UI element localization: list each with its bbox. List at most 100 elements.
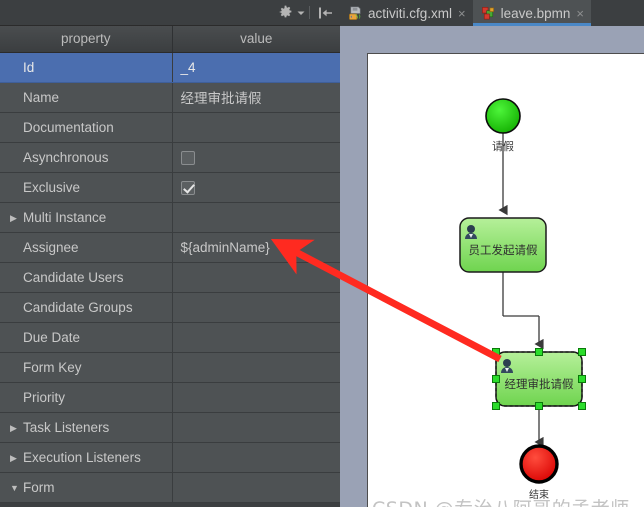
property-name-cell[interactable]: Due Date (0, 322, 173, 353)
table-row[interactable]: Candidate Groups (0, 292, 340, 323)
bpmn-file-icon (481, 6, 496, 21)
property-value-cell[interactable] (172, 322, 340, 353)
editor-area: activiti.cfg.xml × leave.bpmn × 请假 员工发起请… (340, 0, 644, 507)
property-name-cell[interactable]: Documentation (0, 112, 173, 143)
property-name-label: Candidate Users (23, 269, 124, 285)
bpmn-node-end-event[interactable] (519, 444, 559, 484)
property-value-cell[interactable] (172, 292, 340, 323)
property-name-cell[interactable]: Id (0, 52, 173, 83)
bpmn-canvas[interactable]: 请假 员工发起请假 经理审批请假 结束 (367, 53, 644, 507)
editor-tab-bar: activiti.cfg.xml × leave.bpmn × (340, 0, 644, 26)
property-value-cell[interactable] (172, 352, 340, 383)
twisty-collapsed-icon[interactable]: ▶ (10, 423, 23, 433)
table-row[interactable]: Asynchronous (0, 142, 340, 173)
bpmn-label-manager-task: 经理审批请假 (505, 377, 574, 391)
properties-panel: property value Id _4 Name 经理审批请假 Documentati… (0, 0, 340, 507)
bpmn-diagram: 请假 员工发起请假 经理审批请假 结束 (459, 98, 586, 501)
table-row[interactable]: Id _4 (0, 52, 340, 83)
property-value-text: ${adminName} (180, 239, 270, 255)
property-name-cell[interactable]: Priority (0, 382, 173, 413)
column-header-property[interactable]: property (0, 26, 173, 53)
close-icon[interactable]: × (458, 7, 466, 20)
property-name-cell[interactable]: Asynchronous (0, 142, 173, 173)
property-name-label: Asynchronous (23, 149, 109, 165)
property-value-cell[interactable] (172, 142, 340, 173)
properties-table-body: Id _4 Name 经理审批请假 Documentation Asynchronous E… (0, 52, 340, 503)
property-value-cell[interactable] (172, 412, 340, 443)
table-row[interactable]: Documentation (0, 112, 340, 143)
table-header-row: property value (0, 26, 340, 53)
property-name-cell[interactable]: Assignee (0, 232, 173, 263)
application-window: property value Id _4 Name 经理审批请假 Documentati… (0, 0, 644, 507)
property-value-cell[interactable] (172, 382, 340, 413)
table-row[interactable]: Name 经理审批请假 (0, 82, 340, 113)
property-name-label: Task Listeners (23, 419, 110, 435)
bpmn-node-start-event[interactable] (485, 98, 521, 134)
property-name-label: Form Key (23, 359, 82, 375)
property-value-cell[interactable]: ${adminName} (172, 232, 340, 263)
editor-tab[interactable]: leave.bpmn × (472, 0, 592, 26)
property-name-label: Id (23, 59, 35, 75)
property-value-cell[interactable] (172, 262, 340, 293)
property-name-cell[interactable]: Name (0, 82, 173, 113)
properties-toolbar (0, 0, 340, 26)
property-name-cell[interactable]: Form Key (0, 352, 173, 383)
diagram-scroll-area[interactable]: 请假 员工发起请假 经理审批请假 结束 (340, 26, 644, 507)
twisty-expanded-icon[interactable]: ▼ (10, 483, 23, 493)
gear-icon[interactable] (278, 3, 293, 23)
table-row[interactable]: Due Date (0, 322, 340, 353)
table-row[interactable]: Assignee ${adminName} (0, 232, 340, 263)
property-name-label: Execution Listeners (23, 449, 141, 465)
table-row[interactable]: ▶ Task Listeners (0, 412, 340, 443)
property-name-label: Documentation (23, 119, 114, 135)
editor-tab[interactable]: activiti.cfg.xml × (340, 0, 473, 26)
watermark-text: CSDN @专治八阿哥的孟老师 (372, 494, 630, 507)
property-name-cell[interactable]: ▶ Execution Listeners (0, 442, 173, 473)
property-name-label: Assignee (23, 239, 79, 255)
property-name-label: Priority (23, 389, 66, 405)
toolbar-divider (309, 6, 310, 19)
property-value-cell[interactable] (172, 472, 340, 503)
property-value-cell[interactable]: _4 (172, 52, 340, 83)
properties-table: property value Id _4 Name 经理审批请假 Documentati… (0, 26, 340, 503)
property-name-label: Candidate Groups (23, 299, 133, 315)
property-name-cell[interactable]: ▶ Task Listeners (0, 412, 173, 443)
property-name-cell[interactable]: ▶ Multi Instance (0, 202, 173, 233)
property-value-text: 经理审批请假 (180, 91, 262, 106)
chevron-down-icon[interactable] (297, 3, 305, 23)
property-value-cell[interactable] (172, 172, 340, 203)
editor-tab-label: activiti.cfg.xml (368, 5, 453, 21)
column-header-value[interactable]: value (172, 26, 340, 53)
table-row[interactable]: ▶ Execution Listeners (0, 442, 340, 473)
property-value-cell[interactable] (172, 112, 340, 143)
property-name-label: Due Date (23, 329, 81, 345)
property-name-label: Form (23, 479, 55, 495)
twisty-collapsed-icon[interactable]: ▶ (10, 453, 23, 463)
bpmn-label-start: 请假 (492, 139, 514, 153)
property-name-cell[interactable]: Exclusive (0, 172, 173, 203)
property-name-cell[interactable]: Candidate Groups (0, 292, 173, 323)
property-name-cell[interactable]: Candidate Users (0, 262, 173, 293)
table-row[interactable]: Candidate Users (0, 262, 340, 293)
collapse-panel-icon[interactable] (318, 3, 333, 23)
table-row[interactable]: ▼ Form (0, 472, 340, 503)
twisty-collapsed-icon[interactable]: ▶ (10, 213, 23, 223)
table-row[interactable]: Form Key (0, 352, 340, 383)
table-row[interactable]: ▶ Multi Instance (0, 202, 340, 233)
close-icon[interactable]: × (576, 7, 584, 20)
table-row[interactable]: Priority (0, 382, 340, 413)
bpmn-label-employee-task: 员工发起请假 (469, 243, 538, 257)
property-value-cell[interactable] (172, 442, 340, 473)
property-value-cell[interactable]: 经理审批请假 (172, 82, 340, 113)
property-value-text: _4 (180, 59, 196, 75)
table-row[interactable]: Exclusive (0, 172, 340, 203)
checkbox-checked[interactable] (180, 180, 195, 195)
property-name-label: Multi Instance (23, 209, 107, 225)
editor-tab-label: leave.bpmn (500, 5, 571, 21)
property-value-cell[interactable] (172, 202, 340, 233)
property-name-label: Exclusive (23, 179, 81, 195)
property-name-cell[interactable]: ▼ Form (0, 472, 173, 503)
checkbox-unchecked[interactable] (180, 150, 195, 165)
property-name-label: Name (23, 89, 60, 105)
spring-config-file-icon (348, 6, 363, 21)
